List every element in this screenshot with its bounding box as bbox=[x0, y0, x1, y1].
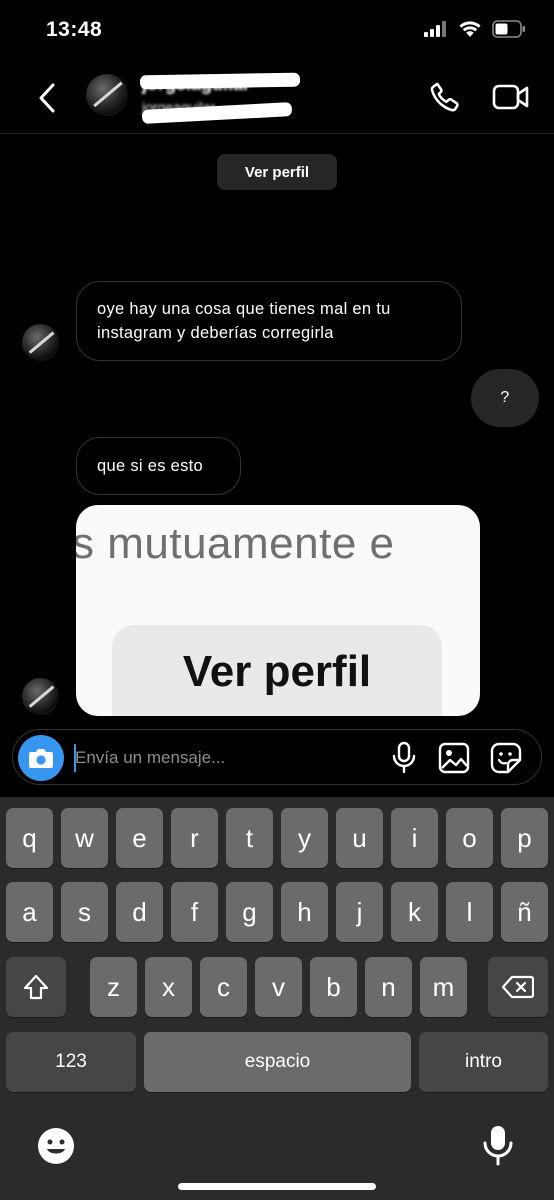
chat-header: jorge.aguilar jorgeaguilar bbox=[0, 60, 554, 134]
outgoing-message[interactable]: ? bbox=[471, 369, 539, 427]
view-profile-button[interactable]: Ver perfil bbox=[217, 154, 337, 190]
key-w[interactable]: w bbox=[61, 808, 108, 868]
sticker-icon bbox=[490, 742, 522, 774]
image-icon bbox=[438, 742, 470, 774]
home-indicator[interactable] bbox=[178, 1183, 376, 1190]
emoji-icon bbox=[38, 1128, 74, 1164]
key-a[interactable]: a bbox=[6, 882, 53, 942]
key-c[interactable]: c bbox=[200, 957, 247, 1017]
key-q[interactable]: q bbox=[6, 808, 53, 868]
numbers-key[interactable]: 123 bbox=[6, 1032, 136, 1092]
dictation-icon bbox=[483, 1126, 513, 1166]
sender-avatar[interactable] bbox=[22, 678, 59, 715]
image-message[interactable]: s mutuamente e Ver perfil bbox=[76, 505, 480, 716]
redaction-scribble bbox=[139, 72, 301, 90]
key-h[interactable]: h bbox=[281, 882, 328, 942]
voice-message-button[interactable] bbox=[389, 741, 419, 775]
message-composer bbox=[12, 729, 542, 785]
phone-icon bbox=[430, 82, 459, 112]
key-r[interactable]: r bbox=[171, 808, 218, 868]
key-z[interactable]: z bbox=[90, 957, 137, 1017]
camera-button[interactable] bbox=[18, 735, 64, 781]
key-e[interactable]: e bbox=[116, 808, 163, 868]
key-l[interactable]: l bbox=[446, 882, 493, 942]
shift-icon bbox=[23, 974, 49, 1000]
contact-avatar[interactable] bbox=[86, 74, 128, 116]
key-p[interactable]: p bbox=[501, 808, 548, 868]
sticker-button[interactable] bbox=[489, 741, 523, 775]
gallery-button[interactable] bbox=[437, 741, 471, 775]
back-button[interactable] bbox=[30, 78, 64, 118]
key-g[interactable]: g bbox=[226, 882, 273, 942]
key-y[interactable]: y bbox=[281, 808, 328, 868]
key-t[interactable]: t bbox=[226, 808, 273, 868]
key-j[interactable]: j bbox=[336, 882, 383, 942]
shift-key[interactable] bbox=[6, 957, 66, 1017]
emoji-keyboard-button[interactable] bbox=[36, 1126, 76, 1166]
key-s[interactable]: s bbox=[61, 882, 108, 942]
return-key[interactable]: intro bbox=[419, 1032, 548, 1092]
status-icons bbox=[424, 20, 526, 38]
space-key[interactable]: espacio bbox=[144, 1032, 411, 1092]
incoming-message[interactable]: oye hay una cosa que tienes mal en tu in… bbox=[76, 281, 462, 361]
dictation-button[interactable] bbox=[480, 1124, 516, 1168]
microphone-icon bbox=[392, 741, 416, 774]
signal-icon bbox=[424, 21, 446, 37]
status-time: 13:48 bbox=[46, 18, 103, 41]
key-n[interactable]: n bbox=[365, 957, 412, 1017]
status-bar: 13:48 bbox=[0, 0, 554, 60]
key-m[interactable]: m bbox=[420, 957, 467, 1017]
image-button-text: Ver perfil bbox=[112, 625, 442, 716]
message-input[interactable] bbox=[75, 742, 365, 774]
key-v[interactable]: v bbox=[255, 957, 302, 1017]
key-f[interactable]: f bbox=[171, 882, 218, 942]
backspace-icon bbox=[502, 975, 534, 999]
wifi-icon bbox=[459, 21, 481, 37]
camera-icon bbox=[29, 749, 53, 768]
video-call-button[interactable] bbox=[492, 80, 530, 114]
key-k[interactable]: k bbox=[391, 882, 438, 942]
key-n-tilde[interactable]: ñ bbox=[501, 882, 548, 942]
delete-key[interactable] bbox=[488, 957, 548, 1017]
image-caption-text: s mutuamente e bbox=[76, 519, 395, 568]
key-u[interactable]: u bbox=[336, 808, 383, 868]
key-d[interactable]: d bbox=[116, 882, 163, 942]
key-x[interactable]: x bbox=[145, 957, 192, 1017]
sender-avatar[interactable] bbox=[22, 324, 59, 361]
battery-icon bbox=[492, 20, 525, 38]
incoming-message[interactable]: que si es esto bbox=[76, 437, 241, 495]
video-camera-icon bbox=[492, 84, 529, 110]
key-o[interactable]: o bbox=[446, 808, 493, 868]
chevron-left-icon bbox=[39, 83, 55, 113]
call-button[interactable] bbox=[428, 80, 462, 114]
key-i[interactable]: i bbox=[391, 808, 438, 868]
key-b[interactable]: b bbox=[310, 957, 357, 1017]
